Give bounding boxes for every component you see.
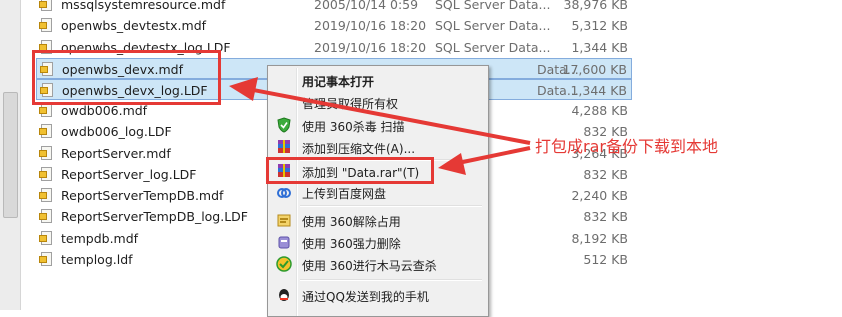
arrow-to-rar-head: [438, 153, 466, 175]
annotation-text: 打包成rar备份下载到本地: [535, 137, 718, 156]
arrow-to-files-line: [247, 87, 531, 145]
arrow-to-files-head: [229, 77, 258, 101]
arrow-to-rar-line: [457, 146, 531, 165]
